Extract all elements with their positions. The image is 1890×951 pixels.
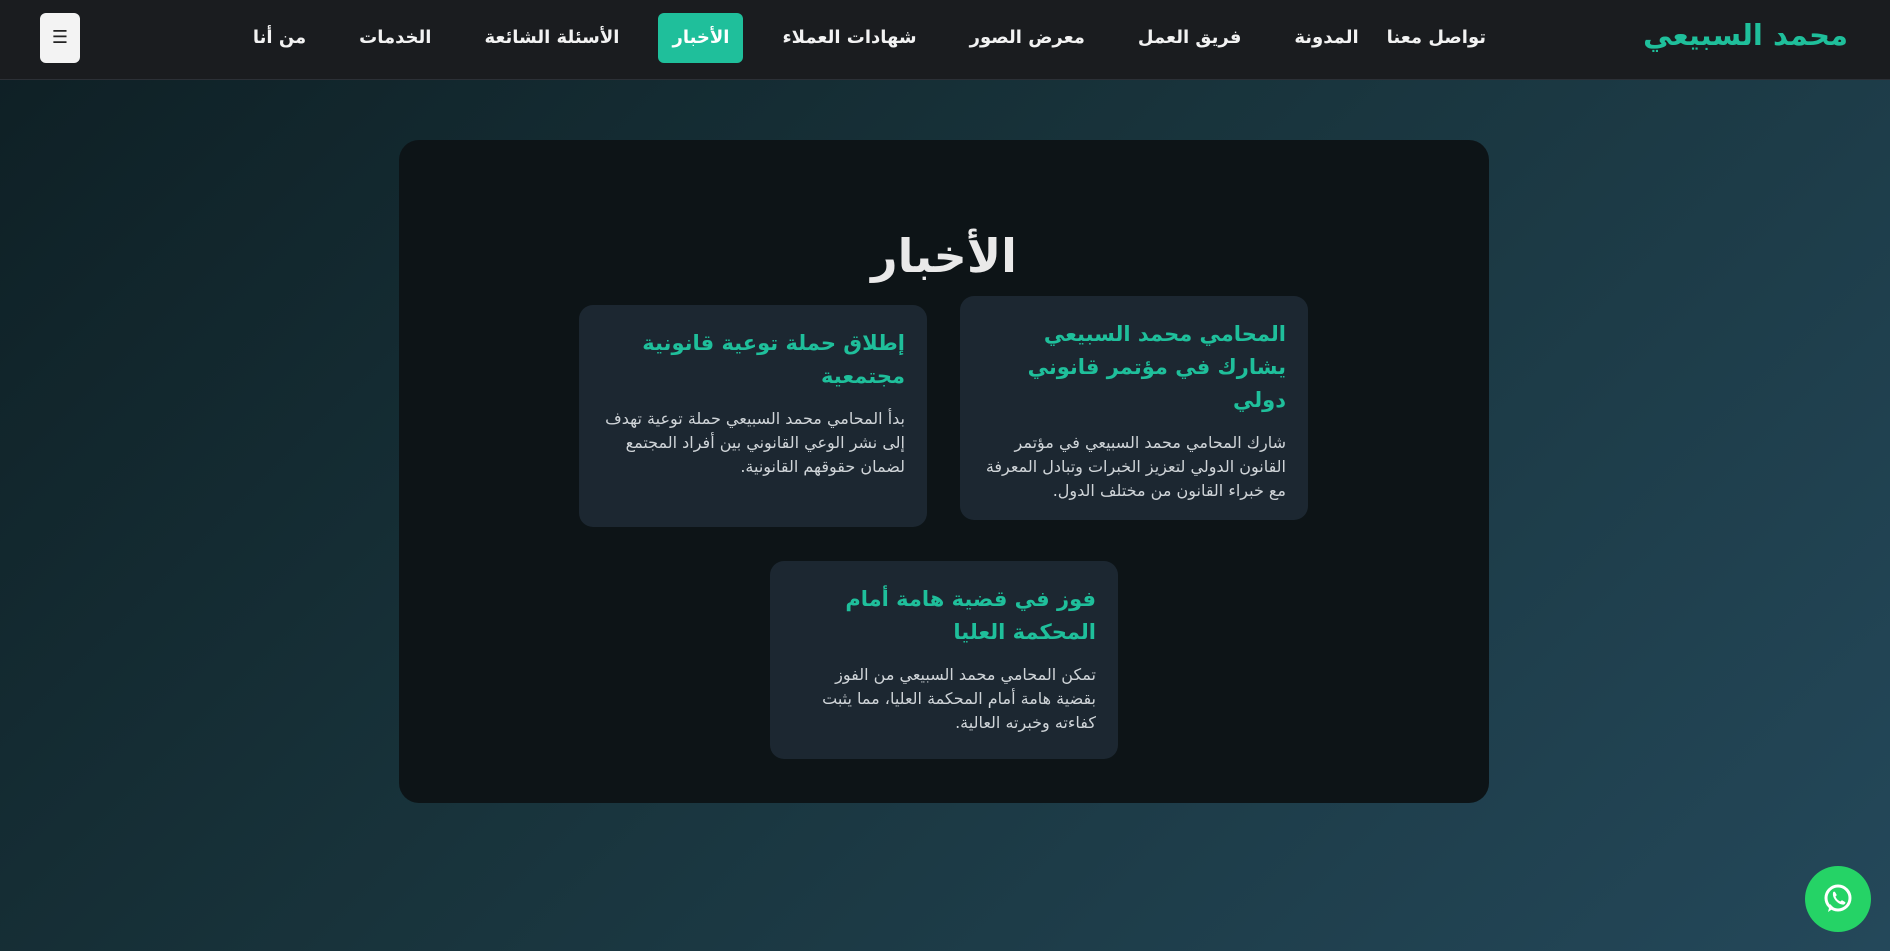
nav-item-news[interactable]: الأخبار (658, 13, 744, 63)
news-section: الأخبار المحامي محمد السبيعي يشارك في مؤ… (399, 140, 1489, 803)
news-card-title[interactable]: إطلاق حملة توعية قانونية مجتمعية (601, 327, 905, 393)
whatsapp-button[interactable] (1805, 866, 1871, 932)
nav-item-services[interactable]: الخدمات (345, 13, 445, 63)
nav-item-blog[interactable]: المدونة (1280, 13, 1372, 63)
menu-toggle-button[interactable]: ☰ (40, 13, 80, 63)
whatsapp-icon (1824, 884, 1852, 912)
news-card: إطلاق حملة توعية قانونية مجتمعية بدأ الم… (579, 305, 927, 527)
site-brand[interactable]: محمد السبيعي (1643, 18, 1848, 52)
news-card-body: شارك المحامي محمد السبيعي في مؤتمر القان… (985, 433, 1286, 500)
top-navbar: محمد السبيعي من أنا الخدمات الأسئلة الشا… (0, 0, 1890, 80)
nav-item-gallery[interactable]: معرض الصور (956, 13, 1099, 63)
news-card-title[interactable]: فوز في قضية هامة أمام المحكمة العليا (792, 583, 1096, 649)
nav-item-about[interactable]: من أنا (239, 13, 320, 63)
nav-item-team[interactable]: فريق العمل (1124, 13, 1255, 63)
news-card: المحامي محمد السبيعي يشارك في مؤتمر قانو… (960, 296, 1308, 520)
news-card-body: بدأ المحامي محمد السبيعي حملة توعية تهدف… (605, 409, 905, 476)
news-card: فوز في قضية هامة أمام المحكمة العليا تمك… (770, 561, 1118, 759)
nav-item-contact[interactable]: تواصل معنا (1373, 13, 1500, 63)
hamburger-icon: ☰ (51, 27, 69, 48)
news-card-title[interactable]: المحامي محمد السبيعي يشارك في مؤتمر قانو… (982, 318, 1286, 417)
nav-item-testimonials[interactable]: شهادات العملاء (768, 13, 930, 63)
section-title: الأخبار (871, 228, 1017, 283)
main-nav: من أنا الخدمات الأسئلة الشائعة الأخبار ش… (214, 13, 1500, 63)
news-card-body: تمكن المحامي محمد السبيعي من الفوز بقضية… (822, 665, 1096, 732)
nav-item-faq[interactable]: الأسئلة الشائعة (470, 13, 633, 63)
